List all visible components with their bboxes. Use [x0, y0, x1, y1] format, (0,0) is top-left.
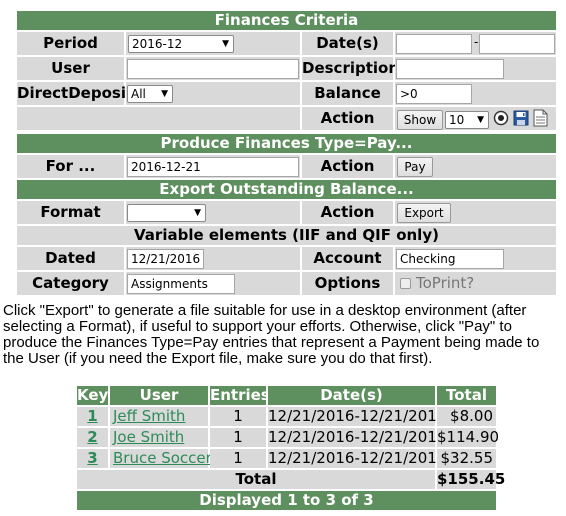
- format-cell: ▼: [126, 201, 300, 224]
- row-entries-cell: 1: [210, 428, 266, 447]
- period-select-value: 2016-12: [132, 37, 183, 51]
- date-to-input[interactable]: [479, 34, 555, 54]
- action-label: Action: [302, 107, 393, 130]
- document-icon[interactable]: [532, 109, 548, 127]
- save-icon[interactable]: [513, 110, 529, 126]
- date-separator: -: [474, 35, 479, 49]
- column-header-user: User: [110, 386, 208, 405]
- user-input[interactable]: [127, 59, 299, 79]
- show-button[interactable]: Show: [397, 110, 443, 130]
- category-label: Category: [17, 272, 124, 295]
- for-label: For ...: [17, 155, 124, 178]
- chevron-down-icon: ▼: [477, 115, 484, 125]
- row-key-cell[interactable]: 3: [77, 449, 108, 468]
- row-total-cell: $32.55: [437, 449, 496, 468]
- total-label: Total: [77, 470, 435, 489]
- row-user-cell[interactable]: Jeff Smith: [110, 407, 208, 426]
- directdeposit-select[interactable]: All ▼: [127, 85, 173, 103]
- export-button[interactable]: Export: [397, 203, 451, 223]
- column-header-entries: Entries: [210, 386, 270, 405]
- row-dates-cell: 12/21/2016-12/21/2016: [268, 407, 447, 426]
- row-user-link[interactable]: Bruce Soccer: [113, 449, 212, 467]
- dated-input[interactable]: 12/21/2016: [127, 249, 204, 269]
- help-line: Click "Export" to generate a file suitab…: [3, 302, 527, 319]
- description-label: Description: [302, 57, 399, 80]
- toprint-checkbox[interactable]: [400, 278, 411, 289]
- column-header-key: Key: [77, 386, 109, 405]
- for-date-input[interactable]: 2016-12-21: [127, 157, 299, 177]
- category-cell: Assignments: [126, 272, 300, 295]
- account-label: Account: [302, 247, 393, 270]
- results-footer: Displayed 1 to 3 of 3: [77, 491, 496, 510]
- description-input[interactable]: [396, 59, 504, 79]
- help-paragraph: Click "Export" to generate a file suitab…: [3, 303, 563, 367]
- rows-per-page-value: 10: [449, 113, 465, 127]
- balance-input[interactable]: >0: [396, 84, 472, 104]
- directdeposit-select-value: All: [131, 87, 146, 101]
- directdeposit-label: DirectDeposit: [17, 82, 133, 105]
- for-cell: 2016-12-21: [126, 155, 300, 178]
- dates-cell: -: [395, 32, 556, 55]
- format-select[interactable]: ▼: [127, 204, 206, 222]
- export-balance-header: Export Outstanding Balance...: [17, 180, 556, 199]
- dated-cell: 12/21/2016: [126, 247, 300, 270]
- column-header-total: Total: [437, 386, 496, 405]
- radio-icon[interactable]: [493, 110, 509, 126]
- produce-action-cell: Pay: [395, 155, 556, 178]
- pay-button[interactable]: Pay: [397, 157, 433, 177]
- directdeposit-cell: All ▼: [126, 82, 300, 105]
- format-label: Format: [17, 201, 124, 224]
- total-value: $155.45: [437, 470, 506, 489]
- row-user-cell[interactable]: Bruce Soccer: [110, 449, 212, 468]
- produce-action-label: Action: [302, 155, 393, 178]
- period-select[interactable]: 2016-12 ▼: [128, 35, 234, 53]
- user-cell: [126, 57, 300, 80]
- dated-label: Dated: [17, 247, 124, 270]
- help-line: selecting a Format), if useful to suppor…: [3, 318, 512, 335]
- options-label: Options: [302, 272, 393, 295]
- account-cell: Checking: [395, 247, 556, 270]
- user-label: User: [17, 57, 124, 80]
- rows-per-page-select[interactable]: 10 ▼: [445, 111, 489, 129]
- toprint-label: ToPrint?: [416, 274, 475, 292]
- column-header-dates: Date(s): [268, 386, 435, 405]
- row-user-cell[interactable]: Joe Smith: [110, 428, 208, 447]
- balance-label: Balance: [302, 82, 393, 105]
- chevron-down-icon: ▼: [222, 39, 229, 49]
- finances-criteria-header: Finances Criteria: [17, 11, 556, 30]
- export-action-cell: Export: [395, 201, 556, 224]
- account-input[interactable]: Checking: [396, 249, 504, 269]
- row-user-link[interactable]: Jeff Smith: [113, 407, 185, 425]
- help-line: produce the Finances Type=Pay entries th…: [3, 334, 540, 351]
- period-label: Period: [17, 32, 124, 55]
- row-key-link[interactable]: 3: [87, 449, 97, 467]
- row-entries-cell: 1: [210, 449, 266, 468]
- date-from-input[interactable]: [396, 34, 472, 54]
- chevron-down-icon: ▼: [161, 89, 168, 99]
- help-line: the User (if you need the Export file, m…: [3, 350, 433, 367]
- row-total-cell: $114.90: [437, 428, 500, 447]
- row-key-link[interactable]: 1: [87, 407, 97, 425]
- category-input[interactable]: Assignments: [127, 274, 235, 294]
- options-cell: ToPrint?: [395, 272, 556, 295]
- chevron-down-icon: ▼: [194, 208, 201, 218]
- row-dates-cell: 12/21/2016-12/21/2016: [268, 428, 447, 447]
- action-cell: Show 10 ▼: [395, 107, 556, 130]
- balance-cell: >0: [395, 82, 556, 105]
- produce-finances-header: Produce Finances Type=Pay...: [17, 134, 556, 153]
- action-row-empty-cell: [17, 107, 300, 130]
- row-total-cell: $8.00: [437, 407, 496, 426]
- variable-elements-header: Variable elements (IIF and QIF only): [17, 226, 556, 245]
- row-entries-cell: 1: [210, 407, 266, 426]
- row-key-link[interactable]: 2: [87, 428, 97, 446]
- dates-label: Date(s): [302, 32, 393, 55]
- period-cell: 2016-12 ▼: [126, 32, 300, 55]
- description-cell: [395, 57, 556, 80]
- row-user-link[interactable]: Joe Smith: [113, 428, 184, 446]
- row-key-cell[interactable]: 1: [77, 407, 108, 426]
- row-key-cell[interactable]: 2: [77, 428, 108, 447]
- export-action-label: Action: [302, 201, 393, 224]
- row-dates-cell: 12/21/2016-12/21/2016: [268, 449, 447, 468]
